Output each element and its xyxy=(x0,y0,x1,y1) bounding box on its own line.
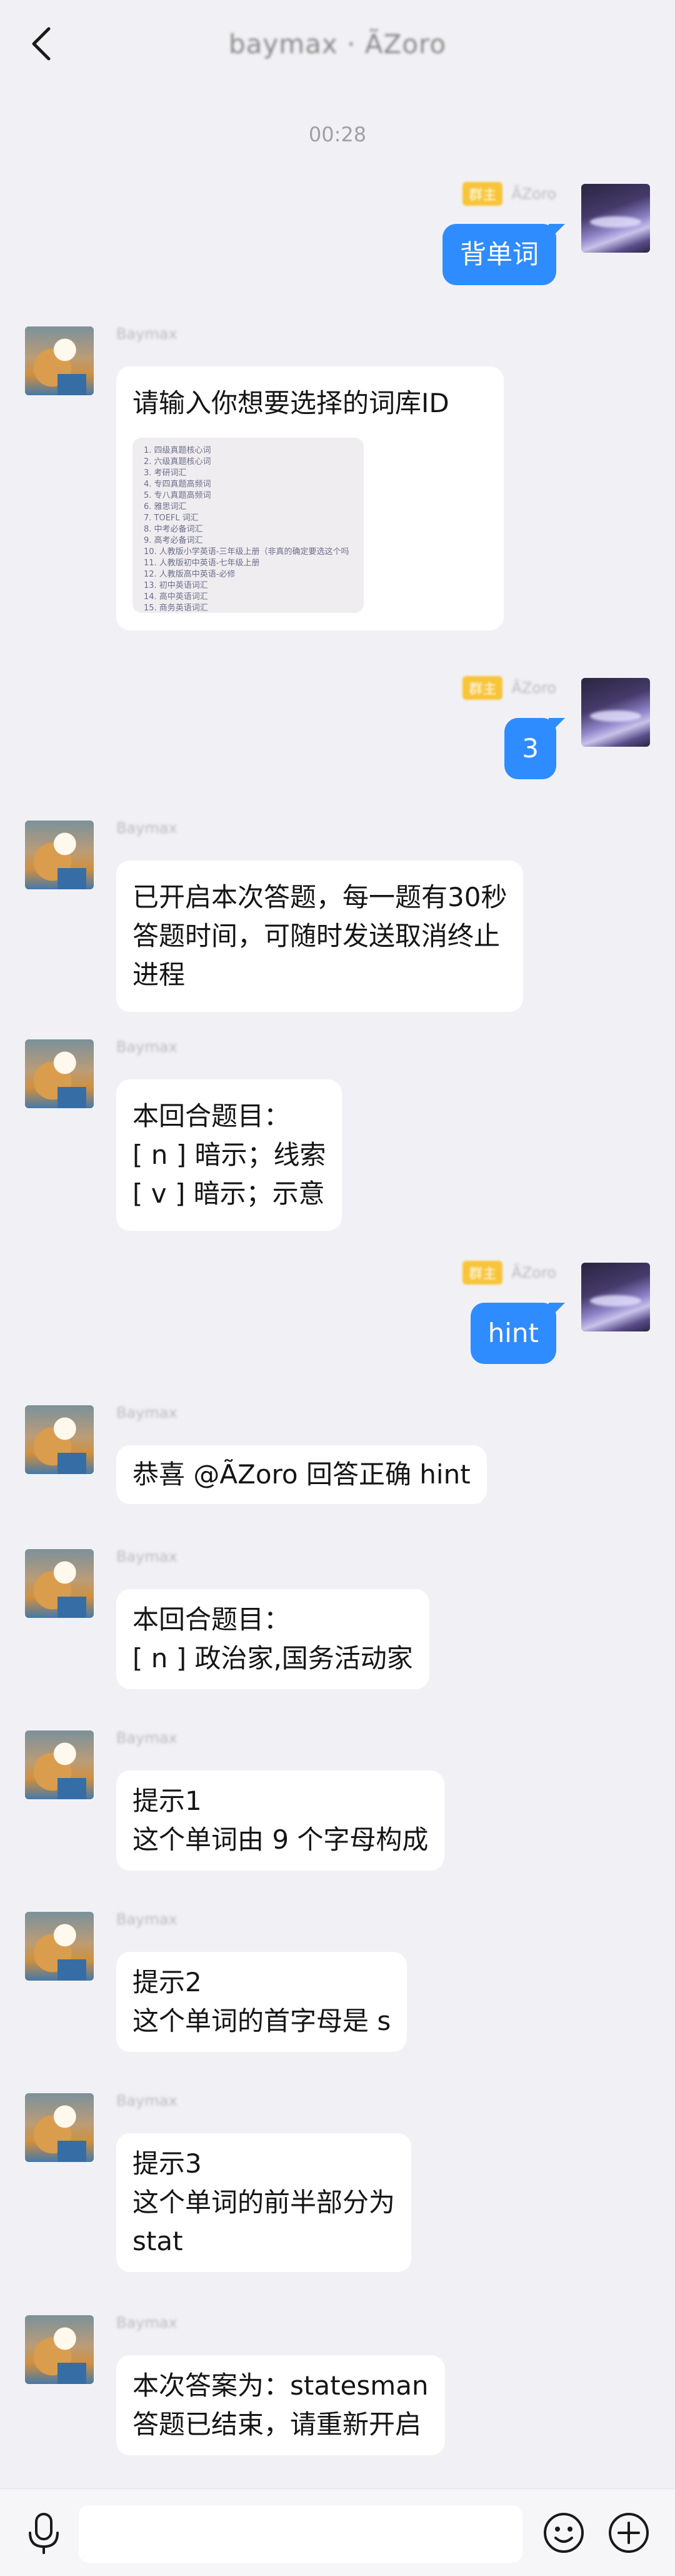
sender-name-row: 群主 ÃZoro xyxy=(462,1260,556,1285)
bot-avatar[interactable] xyxy=(25,1549,94,1618)
message-text: 本次答案为：statesman xyxy=(132,2370,429,2401)
message-text: 提示2 xyxy=(132,1967,202,1998)
message-input[interactable] xyxy=(79,2505,522,2563)
library-item: 8. 中考必备词汇 xyxy=(144,525,203,534)
bot-avatar[interactable] xyxy=(25,2093,94,2162)
library-item: 13. 初中英语词汇 xyxy=(144,581,208,590)
message-text: 请输入你想要选择的词库ID xyxy=(132,388,449,418)
library-item: 2. 六级真题核心词 xyxy=(144,457,211,467)
message-text: [ n ] 暗示；线索 xyxy=(132,1139,326,1170)
library-list-image[interactable]: 1. 四级真题核心词 2. 六级真题核心词 3. 考研词汇 4. 专四真题高频词… xyxy=(132,438,364,613)
sender-name: Baymax xyxy=(116,819,178,837)
sender-name: Baymax xyxy=(116,1729,178,1747)
bot-avatar[interactable] xyxy=(25,1039,94,1108)
message-text: [ n ] 政治家,国务活动家 xyxy=(132,1643,413,1674)
message-text: 这个单词的首字母是 s xyxy=(132,2006,391,2036)
sender-name-row: 群主 ÃZoro xyxy=(462,675,556,700)
message-bubble[interactable]: 背单词 xyxy=(442,224,566,285)
message-bubble[interactable]: 本回合题目： [ n ] 政治家,国务活动家 xyxy=(116,1589,429,1689)
message-bubble[interactable]: 请输入你想要选择的词库ID 1. 四级真题核心词 2. 六级真题核心词 3. 考… xyxy=(116,366,504,630)
message-bubble[interactable]: 本回合题目： [ n ] 暗示；线索 [ v ] 暗示；示意 xyxy=(116,1079,342,1231)
message-bubble[interactable]: 提示2 这个单词的首字母是 s xyxy=(116,1952,408,2052)
library-item: 4. 专四真题高频词 xyxy=(144,480,211,489)
message-text: 进程 xyxy=(132,959,186,990)
message-text: 已开启本次答题，每一题有30秒 xyxy=(132,882,508,912)
role-badge: 群主 xyxy=(462,1261,503,1285)
message-bubble[interactable]: 恭喜 @ÃZoro 回答正确 hint xyxy=(116,1445,487,1504)
my-avatar[interactable] xyxy=(581,184,650,253)
message-bubble[interactable]: 已开启本次答题，每一题有30秒 答题时间，可随时发送取消终止 进程 xyxy=(116,861,524,1012)
message-text: 答题时间，可随时发送取消终止 xyxy=(132,921,501,951)
message-text: 提示1 xyxy=(132,1786,202,1816)
chat-title[interactable]: baymax · ÃZoro xyxy=(0,24,675,64)
message-text: 提示3 xyxy=(132,2148,202,2179)
library-item: 11. 人教版初中英语-七年级上册 xyxy=(144,558,260,568)
sender-name: ÃZoro xyxy=(511,185,556,203)
sender-name: Baymax xyxy=(116,2092,178,2109)
library-item: 1. 四级真题核心词 xyxy=(144,446,211,455)
my-avatar[interactable] xyxy=(581,1263,650,1331)
library-item: 10. 人教版小学英语-三年级上册（非真的确定要选这个吗 xyxy=(144,547,349,557)
bot-avatar[interactable] xyxy=(25,821,94,889)
chat-page: baymax · ÃZoro 00:28 群主 ÃZoro 背单词 Baymax… xyxy=(0,0,675,2576)
bot-avatar[interactable] xyxy=(25,1405,94,1474)
chat-title-text: baymax · ÃZoro xyxy=(228,28,447,59)
voice-button[interactable] xyxy=(19,2508,69,2558)
message-text: [ v ] 暗示；示意 xyxy=(132,1178,325,1209)
role-badge: 群主 xyxy=(462,676,503,700)
library-item: 5. 专八真题高频词 xyxy=(144,491,211,500)
message-text: 本回合题目： xyxy=(132,1101,291,1131)
library-item: 3. 考研词汇 xyxy=(144,468,187,478)
message-text: 本回合题目： xyxy=(132,1604,291,1635)
message-text: 恭喜 @ÃZoro 回答正确 hint xyxy=(132,1459,471,1490)
sender-name-row: 群主 ÃZoro xyxy=(462,181,556,206)
sender-name: ÃZoro xyxy=(511,679,556,697)
message-text: 这个单词由 9 个字母构成 xyxy=(132,1824,429,1855)
plus-circle-icon xyxy=(609,2513,649,2553)
smiley-icon xyxy=(544,2513,584,2553)
library-item: 6. 雅思词汇 xyxy=(144,502,187,512)
sender-name: Baymax xyxy=(116,2314,178,2331)
library-item: 7. TOEFL 词汇 xyxy=(144,513,199,523)
message-text: stat xyxy=(132,2226,183,2256)
sender-name: Baymax xyxy=(116,1911,178,1928)
bot-avatar[interactable] xyxy=(25,326,94,395)
message-text: 答题已结束，请重新开启 xyxy=(132,2409,422,2440)
library-item: 15. 商务英语词汇 xyxy=(144,604,208,613)
sender-name: Baymax xyxy=(116,1038,178,1056)
message-bubble[interactable]: 提示1 这个单词由 9 个字母构成 xyxy=(116,1770,445,1871)
sender-name: Baymax xyxy=(116,1404,178,1422)
bot-avatar[interactable] xyxy=(25,1912,94,1981)
more-button[interactable] xyxy=(604,2508,654,2558)
sender-name: Baymax xyxy=(116,325,178,343)
message-input-bar xyxy=(0,2488,675,2576)
message-text: 这个单词的前半部分为 xyxy=(132,2187,396,2218)
library-item: 14. 高中英语词汇 xyxy=(144,592,208,602)
message-bubble[interactable]: 3 xyxy=(504,718,565,779)
library-item: 12. 人教版高中英语-必修 xyxy=(144,570,236,579)
sender-name: Baymax xyxy=(116,1548,178,1565)
emoji-button[interactable] xyxy=(539,2508,589,2558)
bot-avatar[interactable] xyxy=(25,1730,94,1799)
my-avatar[interactable] xyxy=(581,678,650,747)
message-bubble[interactable]: hint xyxy=(470,1303,566,1364)
microphone-icon xyxy=(29,2513,59,2554)
sender-name: ÃZoro xyxy=(511,1264,556,1281)
role-badge: 群主 xyxy=(462,182,503,206)
library-item: 9. 高考必备词汇 xyxy=(144,536,203,545)
message-timestamp: 00:28 xyxy=(308,123,367,146)
chat-header: baymax · ÃZoro xyxy=(0,0,675,89)
message-bubble[interactable]: 本次答案为：statesman 答题已结束，请重新开启 xyxy=(116,2355,445,2455)
bot-avatar[interactable] xyxy=(25,2315,94,2384)
message-bubble[interactable]: 提示3 这个单词的前半部分为 stat xyxy=(116,2133,412,2272)
